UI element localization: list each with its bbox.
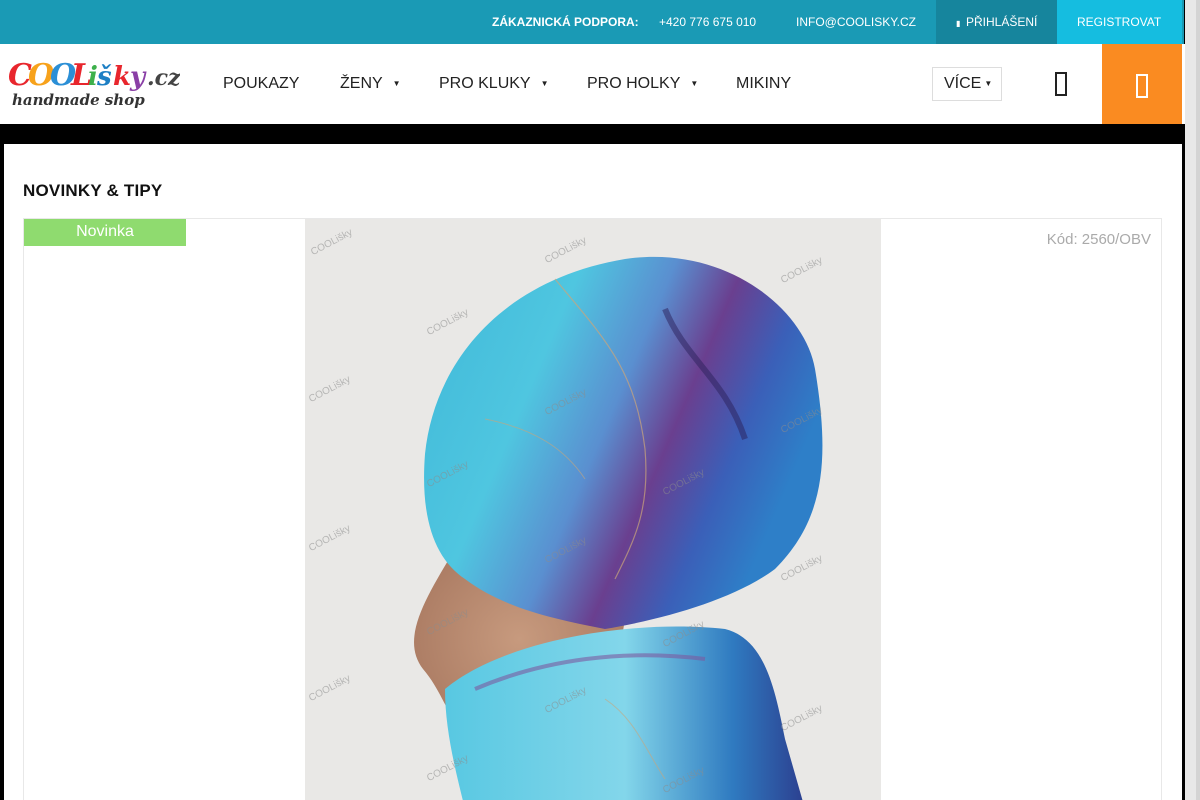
svg-text:y: y [129, 62, 147, 92]
more-menu-button[interactable]: VÍCE ▼ [932, 67, 1002, 101]
more-menu-label: VÍCE [944, 75, 982, 92]
product-code: Kód: 2560/OBV [1046, 231, 1151, 248]
new-badge: Novinka [24, 219, 186, 246]
svg-text:handmade shop: handmade shop [12, 91, 145, 109]
support-label: ZÁKAZNICKÁ PODPORA: [492, 15, 639, 29]
cart-button[interactable] [1102, 44, 1182, 124]
page-scrollbar[interactable] [1185, 0, 1200, 800]
nav-item-poukazy[interactable]: POUKAZY [223, 75, 299, 93]
nav-item-label: PRO HOLKY [587, 75, 681, 92]
chevron-down-icon: ▼ [690, 79, 699, 88]
product-image[interactable]: COOLišky COOLišky COOLišky COOLišky COOL… [305, 219, 881, 800]
chevron-down-icon: ▼ [984, 79, 993, 88]
main-header: C O O L i š k y .cz handmade shop POUKAZ… [0, 44, 1185, 124]
svg-text:k: k [113, 62, 131, 92]
svg-text:.cz: .cz [147, 65, 180, 91]
register-button[interactable]: REGISTROVAT [1057, 0, 1182, 44]
nav-item-zeny[interactable]: ŽENY ▼ [340, 75, 401, 93]
nav-item-label: ŽENY [340, 75, 383, 92]
login-label: PŘIHLÁŠENÍ [966, 15, 1038, 29]
search-button[interactable] [1042, 66, 1082, 102]
nav-item-mikiny[interactable]: MIKINY [736, 75, 791, 93]
nav-item-label: POUKAZY [223, 75, 300, 92]
nav-item-label: MIKINY [736, 75, 792, 92]
nav-item-pro-kluky[interactable]: PRO KLUKY ▼ [439, 75, 549, 93]
chevron-down-icon: ▼ [392, 79, 401, 88]
support-phone-link[interactable]: +420 776 675 010 [659, 15, 756, 29]
nav-item-label: PRO KLUKY [439, 75, 531, 92]
search-icon [1055, 72, 1067, 96]
svg-text:š: š [96, 62, 112, 92]
nav-item-pro-holky[interactable]: PRO HOLKY ▼ [587, 75, 698, 93]
cart-icon [1136, 74, 1148, 98]
support-email-link[interactable]: INFO@COOLISKY.CZ [796, 15, 916, 29]
site-logo[interactable]: C O O L i š k y .cz handmade shop [8, 58, 181, 110]
chevron-down-icon: ▼ [540, 79, 549, 88]
product-card[interactable]: Novinka Kód: 2560/OBV COOLišky COOLišky … [23, 218, 1162, 800]
login-button[interactable]: ▮ PŘIHLÁŠENÍ [936, 0, 1057, 44]
top-bar: ZÁKAZNICKÁ PODPORA: +420 776 675 010 INF… [0, 0, 1184, 44]
product-photo [305, 219, 881, 800]
section-title: NOVINKY & TIPY [23, 181, 163, 200]
main-content: NOVINKY & TIPY Novinka Kód: 2560/OBV COO… [4, 144, 1182, 800]
login-icon: ▮ [956, 19, 961, 28]
